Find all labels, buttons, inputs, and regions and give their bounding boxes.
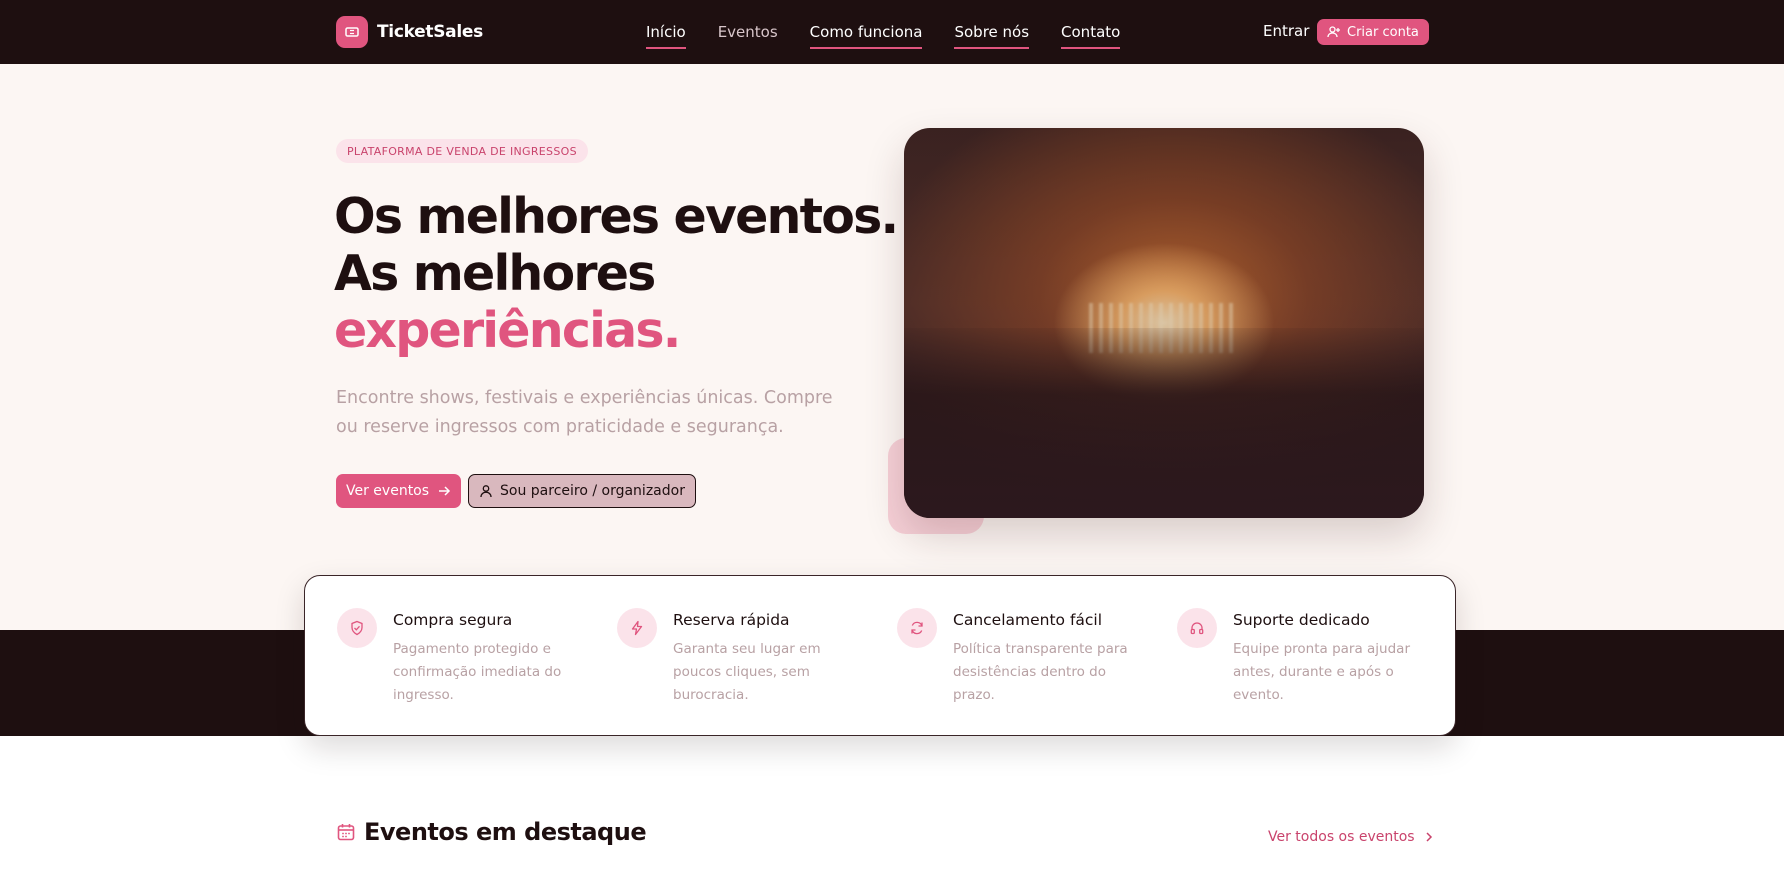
- concert-crowd-image: [904, 128, 1424, 518]
- feature-desc: Política transparente para desistências …: [953, 641, 1128, 703]
- ticket-icon: [336, 16, 368, 48]
- hero-badge: PLATAFORMA DE VENDA DE INGRESSOS: [336, 139, 588, 163]
- chevron-right-icon: [1426, 832, 1432, 842]
- headline-accent: experiências.: [334, 302, 681, 359]
- see-all-label: Ver todos os eventos: [1268, 829, 1415, 845]
- headline-line-1: Os melhores eventos.: [334, 188, 899, 245]
- feature-desc: Garanta seu lugar em poucos cliques, sem…: [673, 641, 821, 703]
- partner-button[interactable]: Sou parceiro / organizador: [468, 474, 696, 508]
- top-navbar: TicketSales Início Eventos Como funciona…: [0, 0, 1784, 64]
- image-overlay: [904, 128, 1424, 518]
- nav-item-sobre-nos[interactable]: Sobre nós: [954, 23, 1030, 49]
- headphones-icon: [1177, 608, 1217, 648]
- hero-subtitle: Encontre shows, festivais e experiências…: [336, 388, 833, 437]
- main-menu: Início Eventos Como funciona Sobre nós C…: [646, 0, 1121, 64]
- signup-button[interactable]: Criar conta: [1317, 19, 1429, 45]
- arrow-right-icon: [439, 486, 451, 496]
- calendar-icon: [337, 824, 355, 841]
- refresh-icon: [897, 608, 937, 648]
- hero-headline: Os melhores eventos. As melhores experiê…: [334, 188, 899, 359]
- feature-title: Compra segura: [393, 611, 513, 629]
- see-all-events-link[interactable]: Ver todos os eventos: [1268, 829, 1435, 845]
- feature-desc: Equipe pronta para ajudar antes, durante…: [1233, 641, 1410, 703]
- nav-item-contato[interactable]: Contato: [1061, 23, 1121, 49]
- brand-logo[interactable]: TicketSales: [336, 16, 483, 48]
- features-card: Compra segura Pagamento protegido e conf…: [304, 575, 1456, 736]
- partner-label: Sou parceiro / organizador: [500, 483, 685, 499]
- nav-item-como-funciona[interactable]: Como funciona: [809, 23, 923, 49]
- brand-name: TicketSales: [377, 22, 483, 42]
- feature-title: Reserva rápida: [673, 611, 790, 629]
- feature-title: Suporte dedicado: [1233, 611, 1370, 629]
- user-plus-icon: [1327, 26, 1340, 38]
- signup-label: Criar conta: [1347, 24, 1419, 40]
- user-icon: [480, 485, 492, 498]
- headline-line-2: As melhores: [334, 245, 656, 302]
- nav-item-inicio[interactable]: Início: [646, 23, 686, 49]
- featured-events-heading: Eventos em destaque: [336, 818, 647, 846]
- lightning-icon: [617, 608, 657, 648]
- section-title: Eventos em destaque: [364, 818, 647, 846]
- feature-desc: Pagamento protegido e confirmação imedia…: [393, 641, 562, 703]
- login-link[interactable]: Entrar: [1263, 22, 1309, 40]
- view-events-label: Ver eventos: [346, 483, 430, 499]
- shield-check-icon: [337, 608, 377, 648]
- nav-item-eventos[interactable]: Eventos: [718, 23, 778, 49]
- feature-title: Cancelamento fácil: [953, 611, 1103, 629]
- view-events-button[interactable]: Ver eventos: [336, 474, 462, 508]
